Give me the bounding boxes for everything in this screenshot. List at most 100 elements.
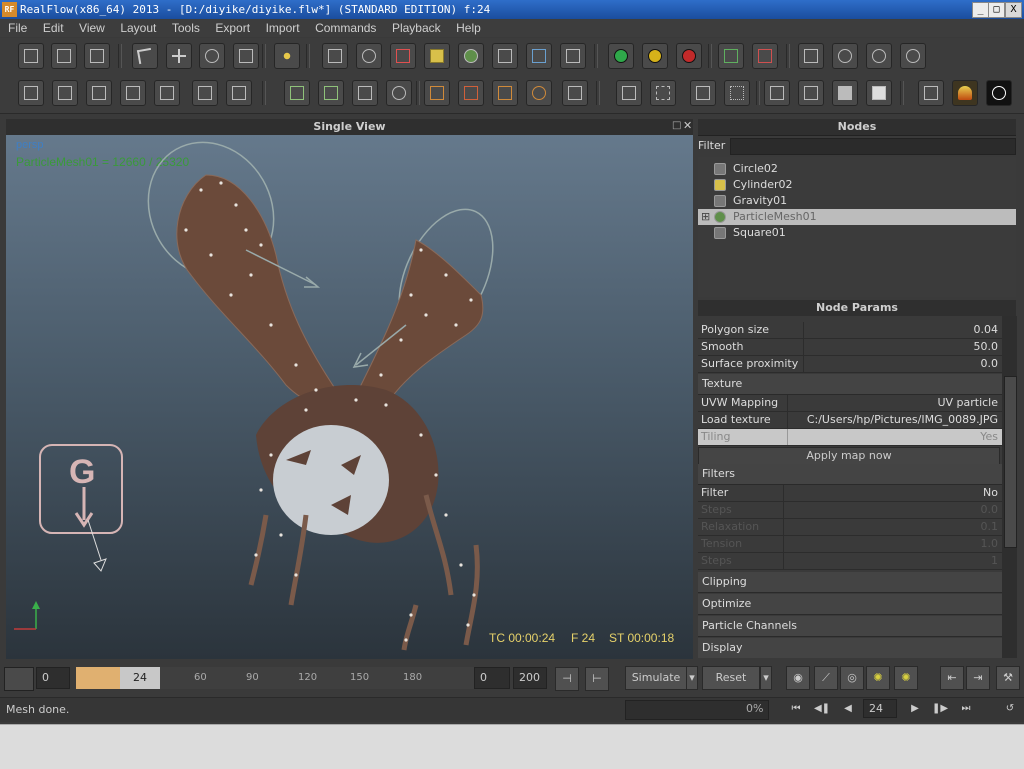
param-load-texture[interactable]: Load texture C:/Users/hp/Pictures/IMG_008…: [698, 412, 1002, 429]
delete-node-icon[interactable]: [86, 80, 112, 106]
target-icon[interactable]: [526, 80, 552, 106]
daemon-icon[interactable]: [390, 43, 416, 69]
shading-wire-icon[interactable]: [650, 80, 676, 106]
shading-bbox-icon[interactable]: [690, 80, 716, 106]
viewport-float-icon[interactable]: □: [672, 120, 681, 131]
graph-icon[interactable]: [318, 80, 344, 106]
maximize-button[interactable]: □: [988, 2, 1005, 18]
section-clipping[interactable]: Clipping: [698, 572, 1002, 593]
param-polygon-size[interactable]: Polygon size 0.04: [698, 322, 1002, 339]
range-end-field[interactable]: 200: [513, 667, 547, 689]
node-circle02[interactable]: Circle02: [698, 161, 1016, 177]
camera-icon[interactable]: [492, 43, 518, 69]
move-icon[interactable]: [166, 43, 192, 69]
notes-icon[interactable]: [284, 80, 310, 106]
render-kit-icon[interactable]: [492, 80, 518, 106]
shading-points-icon[interactable]: [724, 80, 750, 106]
params-scrollbar[interactable]: [1002, 316, 1017, 658]
export-preview-icon[interactable]: [458, 80, 484, 106]
param-surface-proximity[interactable]: Surface proximity 0.0: [698, 356, 1002, 373]
mesh-icon[interactable]: [458, 43, 484, 69]
curve-icon[interactable]: [352, 80, 378, 106]
timer-play-icon[interactable]: [866, 43, 892, 69]
eye-icon[interactable]: ◎: [840, 666, 864, 690]
wave-icon[interactable]: [526, 43, 552, 69]
simulate-button[interactable]: Simulate: [625, 666, 687, 690]
minimize-button[interactable]: _: [972, 2, 989, 18]
start-frame-field[interactable]: 0: [36, 667, 70, 689]
timeline-track[interactable]: 24 60 90 120 150 180: [76, 667, 476, 689]
loop-icon[interactable]: ↺: [1000, 701, 1020, 717]
menu-edit[interactable]: Edit: [43, 19, 64, 37]
select-arrow-icon[interactable]: [132, 43, 158, 69]
last-frame-icon[interactable]: ⏭: [956, 701, 976, 717]
param-smooth[interactable]: Smooth 50.0: [698, 339, 1002, 356]
import-object-icon[interactable]: [192, 80, 218, 106]
wrench-icon[interactable]: ⚒: [996, 666, 1020, 690]
menu-view[interactable]: View: [79, 19, 105, 37]
single-view-viewport[interactable]: persp ParticleMesh01 = 12660 / 25320 G T…: [6, 135, 693, 659]
layout-icon[interactable]: [18, 80, 44, 106]
viewport-close-icon[interactable]: ✕: [683, 119, 692, 132]
nodes-filter-input[interactable]: [730, 138, 1016, 155]
scale-icon[interactable]: [233, 43, 259, 69]
preview-view-icon[interactable]: ◉: [786, 666, 810, 690]
red-light-icon[interactable]: [676, 43, 702, 69]
param-tiling[interactable]: Tiling Yes: [698, 429, 1002, 446]
prev-key-icon[interactable]: ◀❚: [812, 701, 832, 717]
range-start-field[interactable]: 0: [474, 667, 510, 689]
edit-curve-icon[interactable]: ⟋: [814, 666, 838, 690]
fire-icon[interactable]: [952, 80, 978, 106]
save-red-icon[interactable]: [752, 43, 778, 69]
rotate-icon[interactable]: [199, 43, 225, 69]
key-next-icon[interactable]: ⊢: [585, 667, 609, 691]
next-key-icon[interactable]: ❚▶: [930, 701, 950, 717]
axis-gizmo-icon[interactable]: [274, 43, 300, 69]
node-gravity01[interactable]: Gravity01: [698, 193, 1016, 209]
node-particlemesh01[interactable]: ⊞ ParticleMesh01: [698, 209, 1016, 225]
cube-flat-icon[interactable]: [798, 80, 824, 106]
new-file-icon[interactable]: [18, 43, 44, 69]
menu-playback[interactable]: Playback: [392, 19, 441, 37]
yellow-light-icon[interactable]: [642, 43, 668, 69]
menu-import[interactable]: Import: [266, 19, 300, 37]
globe-play-icon[interactable]: [900, 43, 926, 69]
play-back-icon[interactable]: ◀: [838, 701, 858, 717]
param-filter[interactable]: Filter No: [698, 485, 1002, 502]
realwave-icon[interactable]: [560, 43, 586, 69]
timeline-options-icon[interactable]: [4, 667, 34, 691]
apply-map-button[interactable]: Apply map now: [698, 447, 1000, 465]
render-settings-icon[interactable]: [918, 80, 944, 106]
section-optimize[interactable]: Optimize: [698, 594, 1002, 615]
sun-2-icon[interactable]: ✺: [894, 666, 918, 690]
sun-icon[interactable]: ✺: [866, 666, 890, 690]
link-node-icon[interactable]: [120, 80, 146, 106]
menu-export[interactable]: Export: [215, 19, 250, 37]
section-texture[interactable]: Texture: [698, 374, 1002, 395]
cube-smooth-icon[interactable]: [832, 80, 858, 106]
object-cube-icon[interactable]: [424, 43, 450, 69]
key-prev-icon[interactable]: ⊣: [555, 667, 579, 691]
play-forward-icon[interactable]: ▶: [905, 701, 925, 717]
cube-wire-icon[interactable]: [764, 80, 790, 106]
simulate-dropdown-icon[interactable]: ▾: [686, 666, 698, 690]
script-play-icon[interactable]: [798, 43, 824, 69]
section-particle-channels[interactable]: Particle Channels: [698, 616, 1002, 637]
cube-texture-icon[interactable]: [866, 80, 892, 106]
current-frame-marker[interactable]: 24: [120, 667, 160, 689]
hourglass-icon[interactable]: [562, 80, 588, 106]
export-central-icon[interactable]: [424, 80, 450, 106]
node-square01[interactable]: Square01: [698, 225, 1016, 241]
reset-button[interactable]: Reset: [702, 666, 760, 690]
param-uvw-mapping[interactable]: UVW Mapping UV particle: [698, 395, 1002, 412]
preview-render-icon[interactable]: [986, 80, 1012, 106]
emitter-icon[interactable]: [322, 43, 348, 69]
add-node-icon[interactable]: [52, 80, 78, 106]
open-folder-icon[interactable]: [51, 43, 77, 69]
first-frame-icon[interactable]: ⏮: [786, 701, 806, 717]
node-right-icon[interactable]: ⇥: [966, 666, 990, 690]
section-filters[interactable]: Filters: [698, 464, 1002, 485]
menu-layout[interactable]: Layout: [120, 19, 156, 37]
menu-file[interactable]: File: [8, 19, 27, 37]
settings-dots-icon[interactable]: [386, 80, 412, 106]
